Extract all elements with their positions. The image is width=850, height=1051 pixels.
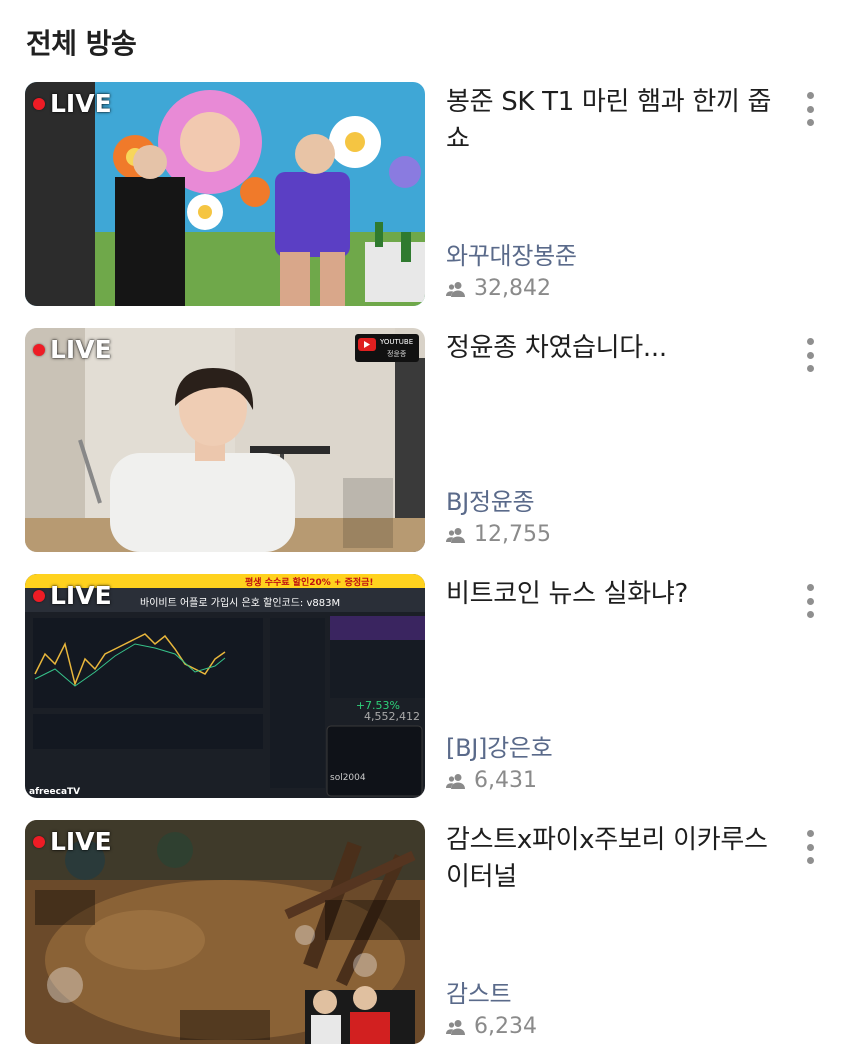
streamer-name[interactable]: [BJ]강은호 <box>446 728 553 763</box>
streamer-name[interactable]: BJ정윤종 <box>446 482 535 517</box>
viewer-count-value: 6,234 <box>474 1014 537 1039</box>
stream-card[interactable]: 평생 수수료 할인20% + 증정금! 바이비트 어플로 가입시 은호 할인코드… <box>0 574 850 800</box>
live-label: LIVE <box>50 335 112 364</box>
stream-thumbnail[interactable]: YOUTUBE 정윤종 LIVE <box>25 328 425 552</box>
stream-title[interactable]: 감스트x파이x주보리 이카루스이터널 <box>446 822 776 896</box>
chat-user: sol2004 <box>330 773 366 783</box>
stream-card[interactable]: LIVE 감스트x파이x주보리 이카루스이터널 감스트 6,234 <box>0 820 850 1046</box>
stream-thumbnail[interactable]: LIVE <box>25 820 425 1044</box>
people-icon <box>446 527 465 543</box>
stream-title[interactable]: 비트코인 뉴스 실화냐? <box>446 576 776 613</box>
promo-headline: 바이비트 어플로 가입시 은호 할인코드: v883M <box>140 596 340 609</box>
viewer-count: 32,842 <box>446 276 551 301</box>
stream-card[interactable]: YOUTUBE 정윤종 LIVE 정윤종 차였습니다... BJ정윤종 12,7… <box>0 328 850 554</box>
people-icon <box>446 773 465 789</box>
live-dot-icon <box>33 835 45 848</box>
viewer-count: 12,755 <box>446 522 551 547</box>
viewer-count: 6,431 <box>446 768 537 793</box>
channel-name-label: 정윤종 <box>387 349 407 358</box>
stream-card[interactable]: LIVE 봉준 SK T1 마린 햄과 한끼 줍쇼 와꾸대장봉준 32,842 <box>0 82 850 308</box>
live-dot-icon <box>33 343 45 356</box>
viewer-count-value: 12,755 <box>474 522 551 547</box>
people-icon <box>446 1019 465 1035</box>
live-dot-icon <box>33 97 45 110</box>
price-value: 4,552,412 <box>364 710 420 723</box>
more-vertical-icon[interactable] <box>800 90 820 128</box>
stream-thumbnail[interactable]: 평생 수수료 할인20% + 증정금! 바이비트 어플로 가입시 은호 할인코드… <box>25 574 425 798</box>
stream-title[interactable]: 봉준 SK T1 마린 햄과 한끼 줍쇼 <box>446 84 776 158</box>
more-vertical-icon[interactable] <box>800 828 820 866</box>
section-title: 전체 방송 <box>26 27 137 60</box>
people-icon <box>446 281 465 297</box>
live-label: LIVE <box>50 581 112 610</box>
live-badge: LIVE <box>33 89 112 118</box>
viewer-count: 6,234 <box>446 1014 537 1039</box>
streamer-name[interactable]: 와꾸대장봉준 <box>446 236 577 271</box>
viewer-count-value: 32,842 <box>474 276 551 301</box>
viewer-count-value: 6,431 <box>474 768 537 793</box>
more-vertical-icon[interactable] <box>800 336 820 374</box>
live-badge: LIVE <box>33 827 112 856</box>
live-label: LIVE <box>50 89 112 118</box>
brand-watermark: afreecaTV <box>29 787 80 797</box>
stream-title[interactable]: 정윤종 차였습니다... <box>446 330 776 367</box>
live-badge: LIVE <box>33 581 112 610</box>
live-label: LIVE <box>50 827 112 856</box>
promo-banner: 평생 수수료 할인20% + 증정금! <box>245 576 374 588</box>
more-vertical-icon[interactable] <box>800 582 820 620</box>
streamer-name[interactable]: 감스트 <box>446 974 512 1009</box>
live-dot-icon <box>33 589 45 602</box>
channel-top-label: YOUTUBE <box>379 338 413 346</box>
live-badge: LIVE <box>33 335 112 364</box>
stream-thumbnail[interactable]: LIVE <box>25 82 425 306</box>
